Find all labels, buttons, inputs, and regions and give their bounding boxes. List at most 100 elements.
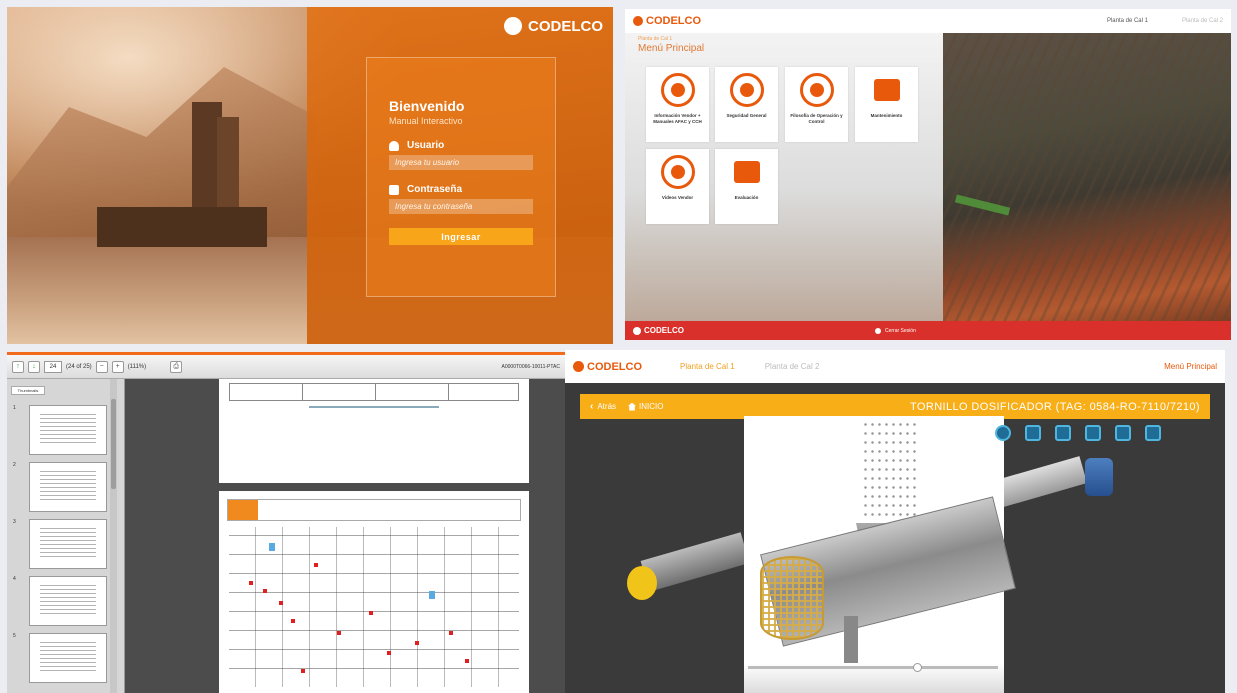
page-thumbnail[interactable] bbox=[29, 462, 107, 512]
user-label: Usuario bbox=[389, 140, 533, 151]
home-button[interactable]: INICIO bbox=[628, 402, 663, 411]
page-title: Menú Principal bbox=[638, 43, 705, 54]
thumbnail-number: 5 bbox=[13, 633, 16, 639]
model-yellow-cap bbox=[627, 566, 657, 600]
logo-text: CODELCO bbox=[587, 360, 642, 373]
gear-icon bbox=[799, 73, 834, 107]
password-label-text: Contraseña bbox=[407, 184, 463, 195]
welcome-subtitle: Manual Interactivo bbox=[389, 116, 463, 126]
page-thumbnail[interactable] bbox=[29, 519, 107, 569]
codelco-logo-icon bbox=[633, 16, 643, 26]
password-input[interactable] bbox=[389, 199, 533, 214]
worker-clipboard-icon bbox=[729, 155, 764, 189]
page-thumbnail[interactable] bbox=[29, 576, 107, 626]
password-label: Contraseña bbox=[389, 184, 533, 195]
diagram-marker bbox=[291, 619, 295, 623]
equipment-viewer-panel: CODELCO Planta de Cal 1 Planta de Cal 2 … bbox=[565, 350, 1225, 693]
rotate-icon[interactable] bbox=[1115, 425, 1131, 441]
page-thumbnail[interactable] bbox=[29, 405, 107, 455]
page-header bbox=[227, 499, 521, 521]
thumbnail-sidebar: Thumbnails 1 2 3 4 5 bbox=[7, 379, 125, 693]
zoom-out-icon[interactable]: − bbox=[95, 360, 108, 373]
thumbnails-tab[interactable]: Thumbnails bbox=[11, 386, 45, 395]
tab-plant-2[interactable]: Planta de Cal 2 bbox=[1182, 18, 1223, 24]
tile-label: Evaluación bbox=[734, 195, 759, 200]
slider-knob[interactable] bbox=[913, 663, 922, 672]
tile-label: Mantenimiento bbox=[870, 113, 903, 118]
diagram-equipment bbox=[269, 543, 275, 551]
info-icon[interactable] bbox=[995, 425, 1011, 441]
3d-model-viewport[interactable] bbox=[744, 416, 1016, 693]
viewer-tools bbox=[995, 425, 1161, 441]
home-label: INICIO bbox=[639, 402, 664, 411]
arrow-down-icon[interactable]: ↓ bbox=[28, 360, 40, 373]
aerial-photo bbox=[943, 33, 1231, 321]
user-label-text: Usuario bbox=[407, 140, 445, 151]
menu-tile-operation[interactable]: Filosofía de Operación y Control bbox=[785, 67, 848, 142]
menu-tile-safety[interactable]: Seguridad General bbox=[715, 67, 778, 142]
menu-tile-vendor-info[interactable]: Información Vendor + Manuales AFAC y CCH bbox=[646, 67, 709, 142]
document-icon[interactable] bbox=[1025, 425, 1041, 441]
page-number-input[interactable]: 24 bbox=[44, 360, 62, 373]
user-icon bbox=[389, 140, 399, 151]
menu-panel: CODELCO Planta de Cal 1 Planta de Cal 2 … bbox=[625, 9, 1231, 340]
tile-label: Seguridad General bbox=[726, 113, 767, 118]
tab-plant-2[interactable]: Planta de Cal 2 bbox=[765, 362, 820, 371]
diagram-marker bbox=[249, 581, 253, 585]
main-menu-link[interactable]: Menú Principal bbox=[1164, 362, 1217, 371]
process-diagram bbox=[229, 527, 519, 687]
login-button[interactable]: Ingresar bbox=[389, 228, 533, 245]
print-icon[interactable]: ⎙ bbox=[170, 360, 183, 373]
cube-icon[interactable] bbox=[1085, 425, 1101, 441]
tab-plant-1[interactable]: Planta de Cal 1 bbox=[680, 362, 735, 371]
diagram-marker bbox=[449, 631, 453, 635]
thumbnail-number: 1 bbox=[13, 405, 16, 411]
page-count: (24 of 25) bbox=[66, 363, 92, 370]
menu-tile-maintenance[interactable]: Mantenimiento bbox=[855, 67, 918, 142]
page-thumbnail[interactable] bbox=[29, 633, 107, 683]
model-motor bbox=[1085, 458, 1113, 496]
codelco-logo: CODELCO bbox=[573, 361, 642, 373]
viewer-header: CODELCO Planta de Cal 1 Planta de Cal 2 … bbox=[565, 350, 1225, 383]
zoom-in-icon[interactable]: + bbox=[111, 360, 124, 373]
zoom-level[interactable]: (111%) bbox=[128, 364, 146, 370]
document-table bbox=[229, 383, 519, 401]
plant-tabs: Planta de Cal 1 Planta de Cal 2 bbox=[1107, 18, 1223, 24]
background-silo bbox=[217, 117, 239, 217]
model-guard-cage bbox=[760, 556, 824, 640]
welcome-title: Bienvenido bbox=[389, 98, 465, 114]
film-reel-icon bbox=[660, 155, 695, 189]
back-button[interactable]: ‹ Atrás bbox=[590, 401, 616, 412]
menu-tile-evaluation[interactable]: Evaluación bbox=[715, 149, 778, 224]
diagram-marker bbox=[301, 669, 305, 673]
menu-tile-videos[interactable]: Videos Vendor bbox=[646, 149, 709, 224]
thumbnail-number: 4 bbox=[13, 576, 16, 582]
equipment-title: TORNILLO DOSIFICADOR (TAG: 0584-RO-7110/… bbox=[909, 400, 1200, 413]
diagram-marker bbox=[279, 601, 283, 605]
parts-icon[interactable] bbox=[1055, 425, 1071, 441]
codelco-logo-icon bbox=[573, 361, 584, 372]
footer-logo: CODELCO bbox=[633, 326, 684, 335]
document-page bbox=[219, 379, 529, 483]
login-card: Bienvenido Manual Interactivo Usuario Co… bbox=[366, 57, 556, 297]
tile-label: Información Vendor + Manuales AFAC y CCH bbox=[653, 113, 702, 124]
pdf-toolbar: ↑ ↓ 24 (24 of 25) − + (111%) ⎙ A0000T006… bbox=[7, 355, 565, 379]
arrow-up-icon[interactable]: ↑ bbox=[12, 360, 24, 373]
diagram-marker bbox=[369, 611, 373, 615]
calendar-icon bbox=[869, 73, 904, 107]
menu-header: CODELCO Planta de Cal 1 Planta de Cal 2 bbox=[625, 9, 1231, 33]
sidebar-scrollbar[interactable] bbox=[110, 379, 117, 693]
logout-button[interactable]: Cerrar Sesión bbox=[875, 321, 916, 340]
diagram-marker bbox=[415, 641, 419, 645]
lock-icon bbox=[389, 184, 399, 195]
fullscreen-icon[interactable] bbox=[1145, 425, 1161, 441]
codelco-logo-icon bbox=[504, 17, 522, 35]
pdf-viewer-panel: ↑ ↓ 24 (24 of 25) − + (111%) ⎙ A0000T006… bbox=[7, 352, 565, 693]
tab-plant-1[interactable]: Planta de Cal 1 bbox=[1107, 18, 1148, 24]
animation-slider[interactable] bbox=[748, 663, 998, 672]
user-input[interactable] bbox=[389, 155, 533, 170]
chevron-left-icon: ‹ bbox=[590, 401, 594, 412]
gear-icon bbox=[729, 73, 764, 107]
breadcrumb[interactable]: Planta de Cal 1 bbox=[638, 36, 672, 42]
diagram-marker bbox=[263, 589, 267, 593]
